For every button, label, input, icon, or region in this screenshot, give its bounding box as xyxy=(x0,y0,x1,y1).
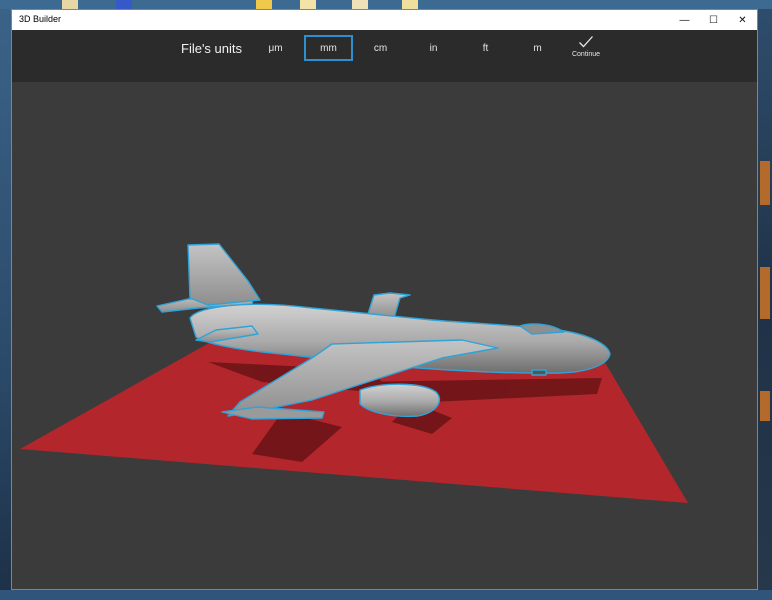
desktop-icon xyxy=(300,0,316,9)
minimize-icon: — xyxy=(679,14,690,26)
continue-button[interactable]: Continue xyxy=(562,33,610,67)
desktop-wallpaper-right xyxy=(758,9,772,600)
maximize-icon: ☐ xyxy=(709,14,718,26)
unit-label: m xyxy=(533,42,542,54)
maximize-button[interactable]: ☐ xyxy=(699,10,728,30)
units-toolbar: File's units μm mm cm in ft m Continue xyxy=(12,30,757,82)
tail-fin xyxy=(187,243,261,306)
app-window: 3D Builder — ☐ ✕ File's units μm mm cm i… xyxy=(11,9,758,590)
checkmark-icon xyxy=(579,36,593,48)
unit-button-inch[interactable]: in xyxy=(409,35,458,61)
unit-label: cm xyxy=(373,42,388,54)
unit-button-micrometer[interactable]: μm xyxy=(251,35,300,61)
desktop-icon xyxy=(256,0,272,9)
unit-label: μm xyxy=(268,42,283,54)
unit-button-millimeter[interactable]: mm xyxy=(304,35,353,61)
window-title: 3D Builder xyxy=(19,14,62,24)
unit-button-meter[interactable]: m xyxy=(513,35,562,61)
close-icon: ✕ xyxy=(738,14,747,26)
units-label: File's units xyxy=(181,41,243,56)
desktop-icon xyxy=(352,0,368,9)
desktop-icon xyxy=(116,0,132,9)
desktop-wallpaper-left xyxy=(0,9,11,600)
title-bar: 3D Builder — ☐ ✕ xyxy=(12,10,757,30)
unit-button-foot[interactable]: ft xyxy=(461,35,510,61)
unit-button-centimeter[interactable]: cm xyxy=(356,35,405,61)
unit-label: ft xyxy=(482,42,489,54)
minimize-button[interactable]: — xyxy=(670,10,699,30)
desktop-icon xyxy=(402,0,418,9)
desktop-taskbar-edge xyxy=(0,590,772,600)
unit-label: mm xyxy=(320,42,337,54)
desktop-icon xyxy=(62,0,78,9)
close-button[interactable]: ✕ xyxy=(728,10,757,30)
scene xyxy=(20,243,688,503)
unit-label: in xyxy=(429,42,438,54)
landing-gear xyxy=(531,369,547,376)
continue-label: Continue xyxy=(571,51,601,58)
3d-viewport[interactable] xyxy=(12,82,757,589)
engine-nacelle xyxy=(359,383,441,418)
